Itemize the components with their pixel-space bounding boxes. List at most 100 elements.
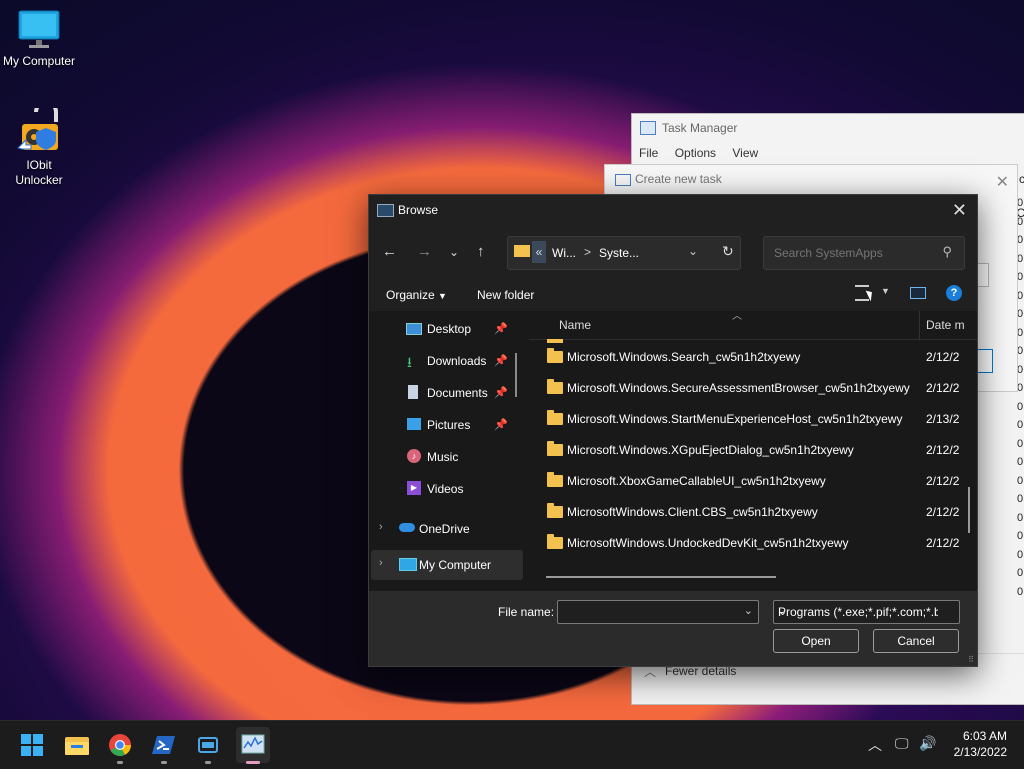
column-name[interactable]: Name xyxy=(559,318,591,332)
start-button[interactable] xyxy=(20,733,44,757)
close-icon[interactable]: ✕ xyxy=(952,200,967,221)
tm-value: 0 xyxy=(1017,567,1024,579)
new-folder-button[interactable]: New folder xyxy=(477,288,534,302)
chevron-right-icon[interactable]: › xyxy=(379,557,383,569)
document-icon xyxy=(408,385,418,399)
task-manager-titlebar[interactable]: Task Manager xyxy=(632,114,1024,142)
address-segment-2[interactable]: Syste... xyxy=(599,246,639,260)
tm-value: 0 xyxy=(1017,419,1024,431)
column-header: ︿ Name Date m xyxy=(529,311,977,340)
monitor-icon xyxy=(18,10,60,50)
nav-item-videos[interactable]: ▶ Videos xyxy=(369,474,525,504)
nav-item-documents[interactable]: Documents 📌 xyxy=(369,378,525,408)
chevron-down-icon[interactable]: ⌄ xyxy=(688,244,698,258)
file-row[interactable]: MicrosoftWindows.Client.CBS_cw5n1h2txyew… xyxy=(529,496,969,527)
folder-icon xyxy=(547,379,563,394)
powershell-button[interactable] xyxy=(152,733,176,757)
chevron-up-icon[interactable]: ︿ xyxy=(868,735,882,755)
nav-item-downloads[interactable]: ⭳ Downloads 📌 xyxy=(369,346,525,376)
file-row[interactable]: Microsoft.Windows.StartMenuExperienceHos… xyxy=(529,403,969,434)
tm-value-column: 0 0 0 0 0 0 0 0 0 0 0 0 0 0 0 0 0 0 0 0 … xyxy=(1017,194,1024,601)
file-date: 2/12/2 xyxy=(926,536,960,550)
up-arrow-icon[interactable]: ↑ xyxy=(477,243,485,260)
vertical-scrollbar[interactable] xyxy=(968,487,970,533)
chrome-button[interactable] xyxy=(108,733,132,757)
file-explorer-button[interactable] xyxy=(64,733,89,757)
file-row[interactable]: Microsoft.Windows.SecureAssessmentBrowse… xyxy=(529,372,969,403)
clock[interactable]: 6:03 AM 2/13/2022 xyxy=(954,728,1007,760)
chevron-down-icon[interactable]: ⌄ xyxy=(778,605,938,618)
address-bar[interactable]: « Wi... > Syste... ⌄ ↻ xyxy=(507,236,741,270)
search-icon[interactable]: ⚲ xyxy=(942,244,952,260)
nav-scrollbar[interactable] xyxy=(515,353,517,397)
nav-label: Documents xyxy=(427,386,488,400)
file-row[interactable]: MicrosoftWindows.UndockedDevKit_cw5n1h2t… xyxy=(529,527,969,558)
resize-grip-icon[interactable]: ⠿ xyxy=(968,655,974,664)
folder-icon xyxy=(547,472,563,487)
task-manager-button[interactable] xyxy=(236,727,270,763)
browse-dialog[interactable]: Browse ✕ ← → ⌄ ↑ « Wi... > Syste... ⌄ ↻ … xyxy=(368,194,978,667)
tm-value: 0 xyxy=(1017,234,1024,246)
horizontal-scrollbar[interactable] xyxy=(546,576,776,578)
menu-file[interactable]: File xyxy=(639,146,658,160)
nav-label: Videos xyxy=(427,482,464,496)
browse-titlebar[interactable]: Browse ✕ xyxy=(369,195,977,225)
tm-value: 0 xyxy=(1017,456,1024,468)
caret-down-icon[interactable]: ▼ xyxy=(881,286,890,296)
file-row[interactable]: Microsoft.Windows.XGpuEjectDialog_cw5n1h… xyxy=(529,434,969,465)
network-icon[interactable]: 🖵 xyxy=(895,735,909,752)
nav-item-pictures[interactable]: Pictures 📌 xyxy=(369,410,525,440)
search-box[interactable]: ⚲ xyxy=(763,236,965,270)
tm-value: 0 xyxy=(1017,289,1024,302)
browser-body: Desktop 📌 ⭳ Downloads 📌 Documents 📌 Pict… xyxy=(369,311,977,591)
file-row[interactable]: Microsoft.XboxGameCallableUI_cw5n1h2txye… xyxy=(529,465,969,496)
desktop-icon-my-computer[interactable]: My Computer xyxy=(0,10,78,69)
create-task-combo-edge[interactable] xyxy=(977,263,989,287)
organize-button[interactable]: Organize ▼ xyxy=(386,288,447,302)
address-separator: > xyxy=(584,245,592,259)
file-type-select[interactable]: Programs (*.exe;*.pif;*.com;*.bat;*.cmd)… xyxy=(773,600,960,624)
folder-icon xyxy=(514,245,530,257)
chevron-down-icon[interactable]: ⌄ xyxy=(744,604,753,617)
nav-item-my-computer[interactable]: › My Computer xyxy=(371,550,523,580)
recent-locations-chevron-icon[interactable]: ⌄ xyxy=(449,245,459,259)
open-button[interactable]: Open xyxy=(773,629,859,653)
search-input[interactable] xyxy=(772,245,936,261)
refresh-icon[interactable]: ↻ xyxy=(722,243,734,260)
forward-arrow-icon[interactable]: → xyxy=(417,243,432,260)
navigation-bar: ← → ⌄ ↑ « Wi... > Syste... ⌄ ↻ ⚲ xyxy=(369,225,977,279)
tm-value: 0 xyxy=(1017,548,1024,561)
nav-item-music[interactable]: ♪ Music xyxy=(369,442,525,472)
run-dialog-button[interactable] xyxy=(196,733,220,757)
desktop-icon-label: My Computer xyxy=(2,54,76,68)
volume-icon[interactable]: 🔊 xyxy=(919,735,936,752)
task-manager-icon xyxy=(241,734,265,754)
file-date: 2/13/2 xyxy=(926,412,960,426)
tm-value: 0 xyxy=(1017,400,1024,413)
clock-time: 6:03 AM xyxy=(962,729,1007,743)
menu-view[interactable]: View xyxy=(732,146,758,160)
close-icon[interactable]: ✕ xyxy=(996,169,1009,197)
file-row[interactable]: Microsoft.Windows.Search_cw5n1h2txyewy 2/… xyxy=(529,341,969,372)
menu-options[interactable]: Options xyxy=(675,146,716,160)
column-divider[interactable] xyxy=(919,311,920,339)
address-segment-1[interactable]: Wi... xyxy=(552,246,576,260)
preview-pane-icon[interactable] xyxy=(910,287,926,299)
create-task-button-edge[interactable] xyxy=(977,349,993,373)
nav-item-desktop[interactable]: Desktop 📌 xyxy=(369,314,525,344)
back-arrow-icon[interactable]: ← xyxy=(382,243,397,260)
nav-item-onedrive[interactable]: › OneDrive xyxy=(369,514,525,544)
file-name: MicrosoftWindows.Client.CBS_cw5n1h2txyew… xyxy=(567,505,818,519)
file-date: 2/12/2 xyxy=(926,443,960,457)
chevron-right-icon[interactable]: › xyxy=(379,521,383,533)
app-icon xyxy=(377,204,394,217)
help-icon[interactable]: ? xyxy=(946,285,962,301)
monitor-icon xyxy=(399,558,417,571)
download-icon: ⭳ xyxy=(407,354,412,370)
cancel-button[interactable]: Cancel xyxy=(873,629,959,653)
create-new-task-titlebar[interactable]: Create new task ✕ xyxy=(605,165,1017,193)
file-name-combobox[interactable]: ⌄ xyxy=(557,600,759,624)
desktop-icon-iobit-unlocker[interactable]: IObit Unlocker xyxy=(0,100,78,188)
address-overflow[interactable]: « xyxy=(532,241,546,263)
column-date-modified[interactable]: Date m xyxy=(926,318,965,332)
